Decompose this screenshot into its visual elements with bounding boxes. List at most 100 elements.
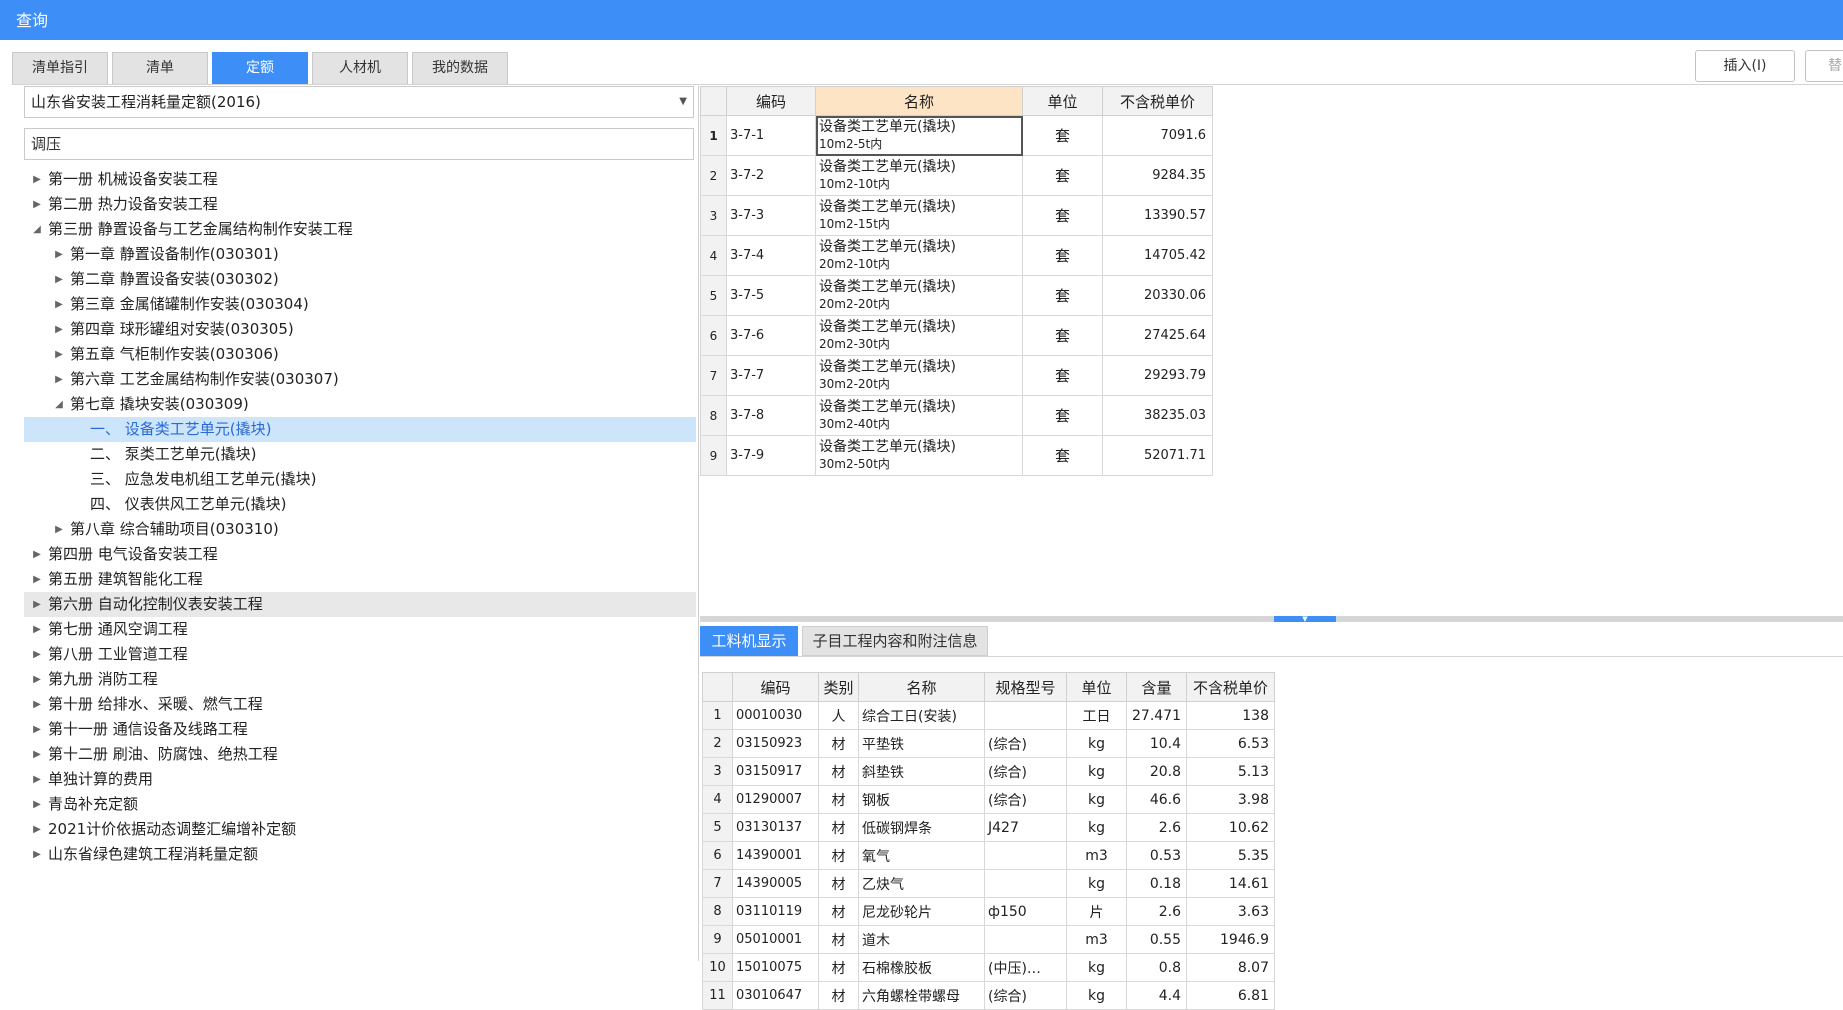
resource-name[interactable]: 钢板 — [858, 785, 985, 814]
tree-node[interactable]: ▶ 第十一册 通信设备及线路工程 — [24, 717, 696, 742]
resource-code[interactable]: 03150923 — [732, 729, 819, 758]
quota-row[interactable]: 6 3-7-6 设备类工艺单元(撬块) 20m2-30t内套 27425.64 — [700, 315, 1213, 356]
quota-price[interactable]: 9284.35 — [1102, 155, 1213, 196]
resource-spec[interactable]: (中压)… — [984, 953, 1067, 982]
quota-unit[interactable]: 套 — [1022, 395, 1103, 436]
resource-type[interactable]: 材 — [818, 785, 859, 814]
quota-unit[interactable]: 套 — [1022, 235, 1103, 276]
tab-resource-display[interactable]: 工料机显示 — [700, 626, 798, 656]
resource-type[interactable]: 材 — [818, 981, 859, 1010]
tab-bill-guide[interactable]: 清单指引 — [12, 52, 108, 84]
col-header-unit[interactable]: 单位 — [1066, 672, 1127, 702]
tree-node[interactable]: ▶ 第六章 工艺金属结构制作安装(030307) — [24, 367, 696, 392]
resource-unit[interactable]: 工日 — [1066, 701, 1127, 730]
resource-row[interactable]: 6 14390001 材氧气 m3 0.53 5.35 — [702, 841, 1275, 870]
col-header-code[interactable]: 编码 — [726, 86, 816, 116]
resource-type[interactable]: 材 — [818, 757, 859, 786]
expand-arrow-icon[interactable]: ▶ — [52, 292, 66, 317]
resource-price[interactable]: 3.63 — [1186, 897, 1275, 926]
resource-unit[interactable]: kg — [1066, 953, 1127, 982]
resource-spec[interactable]: J427 — [984, 813, 1067, 842]
quota-name-cell[interactable]: 设备类工艺单元(撬块) 20m2-20t内 — [815, 275, 1023, 316]
resource-spec[interactable]: (综合) — [984, 785, 1067, 814]
col-header-code[interactable]: 编码 — [732, 672, 819, 702]
resource-type[interactable]: 材 — [818, 953, 859, 982]
quota-price[interactable]: 38235.03 — [1102, 395, 1213, 436]
resource-type[interactable]: 材 — [818, 897, 859, 926]
quota-code[interactable]: 3-7-9 — [726, 435, 816, 476]
tab-bill[interactable]: 清单 — [112, 52, 208, 84]
resource-spec[interactable]: ф150 — [984, 897, 1067, 926]
resource-type[interactable]: 材 — [818, 869, 859, 898]
quota-name-cell[interactable]: 设备类工艺单元(撬块) 20m2-30t内 — [815, 315, 1023, 356]
resource-name[interactable]: 六角螺栓带螺母 — [858, 981, 985, 1010]
resource-unit[interactable]: kg — [1066, 785, 1127, 814]
row-number[interactable]: 3 — [700, 195, 727, 236]
resource-code[interactable]: 03110119 — [732, 897, 819, 926]
resource-price[interactable]: 6.81 — [1186, 981, 1275, 1010]
resource-quantity[interactable]: 46.6 — [1126, 785, 1187, 814]
quota-price[interactable]: 14705.42 — [1102, 235, 1213, 276]
row-number[interactable]: 7 — [700, 355, 727, 396]
resource-unit[interactable]: 片 — [1066, 897, 1127, 926]
tree-node[interactable]: ▶ 第二册 热力设备安装工程 — [24, 192, 696, 217]
resource-type[interactable]: 材 — [818, 729, 859, 758]
quota-code[interactable]: 3-7-8 — [726, 395, 816, 436]
quota-row[interactable]: 5 3-7-5 设备类工艺单元(撬块) 20m2-20t内套 20330.06 — [700, 275, 1213, 316]
quota-code[interactable]: 3-7-4 — [726, 235, 816, 276]
resource-price[interactable]: 1946.9 — [1186, 925, 1275, 954]
tree-node[interactable]: ▶ 第三章 金属储罐制作安装(030304) — [24, 292, 696, 317]
expand-arrow-icon[interactable]: ▶ — [30, 742, 44, 767]
quota-unit[interactable]: 套 — [1022, 315, 1103, 356]
quota-row[interactable]: 4 3-7-4 设备类工艺单元(撬块) 20m2-10t内套 14705.42 — [700, 235, 1213, 276]
row-number[interactable]: 2 — [700, 155, 727, 196]
resource-quantity[interactable]: 0.8 — [1126, 953, 1187, 982]
quota-row[interactable]: 8 3-7-8 设备类工艺单元(撬块) 30m2-40t内套 38235.03 — [700, 395, 1213, 436]
quota-name-cell[interactable]: 设备类工艺单元(撬块) 10m2-5t内 — [815, 115, 1023, 156]
tree-node[interactable]: ▶ 单独计算的费用 — [24, 767, 696, 792]
row-number[interactable]: 9 — [702, 925, 733, 954]
resource-row[interactable]: 9 05010001 材道木 m3 0.55 1946.9 — [702, 925, 1275, 954]
col-header-price[interactable]: 不含税单价 — [1186, 672, 1275, 702]
resource-type[interactable]: 人 — [818, 701, 859, 730]
quota-name-cell[interactable]: 设备类工艺单元(撬块) 10m2-10t内 — [815, 155, 1023, 196]
resource-quantity[interactable]: 4.4 — [1126, 981, 1187, 1010]
resource-code[interactable]: 03150917 — [732, 757, 819, 786]
resource-spec[interactable]: (综合) — [984, 729, 1067, 758]
quota-code[interactable]: 3-7-1 — [726, 115, 816, 156]
resource-spec[interactable] — [984, 925, 1067, 954]
tab-work-content-notes[interactable]: 子目工程内容和附注信息 — [802, 626, 988, 656]
tree-node[interactable]: 一、 设备类工艺单元(撬块) — [24, 417, 696, 442]
tab-quota[interactable]: 定额 — [212, 52, 308, 84]
resource-name[interactable]: 斜垫铁 — [858, 757, 985, 786]
col-header-price[interactable]: 不含税单价 — [1102, 86, 1213, 116]
expand-arrow-icon[interactable]: ▶ — [52, 342, 66, 367]
tree-node[interactable]: ▶ 第五章 气柜制作安装(030306) — [24, 342, 696, 367]
quota-price[interactable]: 29293.79 — [1102, 355, 1213, 396]
resource-row[interactable]: 7 14390005 材乙炔气 kg 0.18 14.61 — [702, 869, 1275, 898]
col-header-name[interactable]: 名称 — [858, 672, 985, 702]
row-number[interactable]: 5 — [700, 275, 727, 316]
collapse-handle-icon[interactable]: ▼ — [1274, 616, 1336, 623]
resource-unit[interactable]: kg — [1066, 981, 1127, 1010]
tree-node[interactable]: ▶ 第八册 工业管道工程 — [24, 642, 696, 667]
quota-name-cell[interactable]: 设备类工艺单元(撬块) 20m2-10t内 — [815, 235, 1023, 276]
chevron-down-icon[interactable]: ▼ — [679, 87, 687, 117]
resource-spec[interactable] — [984, 701, 1067, 730]
resource-row[interactable]: 4 01290007 材钢板 (综合) kg 46.6 3.98 — [702, 785, 1275, 814]
resource-name[interactable]: 道木 — [858, 925, 985, 954]
resource-row[interactable]: 5 03130137 材低碳钢焊条 J427 kg 2.6 10.62 — [702, 813, 1275, 842]
col-header-quantity[interactable]: 含量 — [1126, 672, 1187, 702]
resource-name[interactable]: 尼龙砂轮片 — [858, 897, 985, 926]
quota-row[interactable]: 7 3-7-7 设备类工艺单元(撬块) 30m2-20t内套 29293.79 — [700, 355, 1213, 396]
tree-node[interactable]: ▶ 2021计价依据动态调整汇编增补定额 — [24, 817, 696, 842]
quota-unit[interactable]: 套 — [1022, 195, 1103, 236]
resource-name[interactable]: 乙炔气 — [858, 869, 985, 898]
col-header-name[interactable]: 名称 — [815, 86, 1023, 116]
replace-button[interactable]: 替 — [1805, 50, 1843, 82]
resource-code[interactable]: 01290007 — [732, 785, 819, 814]
resource-row[interactable]: 11 03010647 材六角螺栓带螺母 (综合) kg 4.4 6.81 — [702, 981, 1275, 1010]
expand-arrow-icon[interactable]: ▶ — [30, 817, 44, 842]
resource-price[interactable]: 14.61 — [1186, 869, 1275, 898]
tree-node[interactable]: ▶ 第八章 综合辅助项目(030310) — [24, 517, 696, 542]
